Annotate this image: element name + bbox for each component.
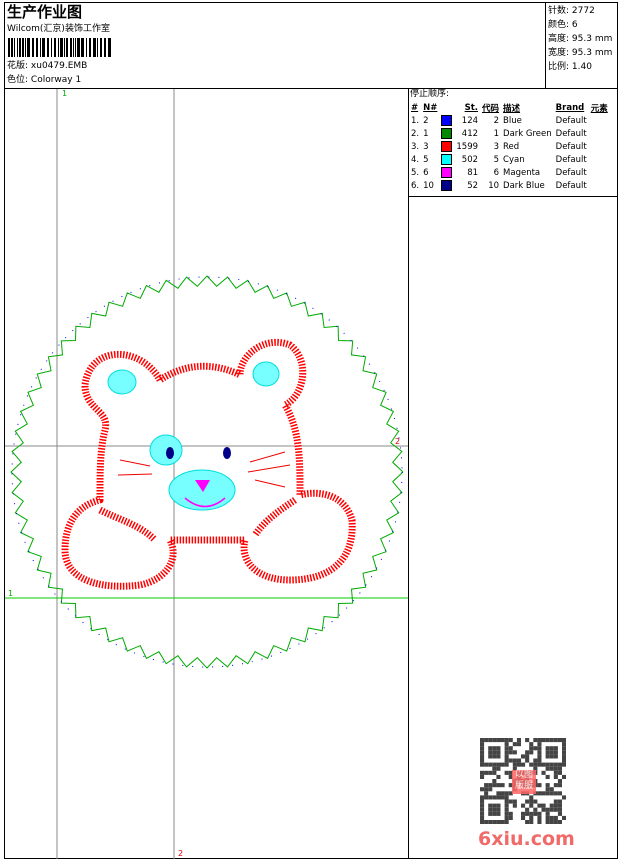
cell-desc: Dark Blue bbox=[503, 180, 545, 191]
cell-swatch bbox=[439, 179, 454, 192]
cell-desc: Magenta bbox=[503, 167, 541, 178]
studio-name: Wilcom(汇京)装饰工作室 bbox=[7, 24, 110, 34]
production-worksheet: 生产作业图 Wilcom(汇京)装饰工作室 花版: xu0479.EMB 色位:… bbox=[0, 0, 620, 860]
cell-brand: Default bbox=[555, 154, 587, 165]
height-label: 高度: bbox=[548, 34, 570, 44]
stop-sequence-title: 停止顺序: bbox=[410, 89, 450, 99]
color-swatch bbox=[441, 141, 453, 152]
cell-brand: Default bbox=[555, 141, 587, 152]
cell-swatch bbox=[439, 166, 454, 179]
cell-needle: 5 bbox=[423, 154, 429, 165]
cell-code: 1 bbox=[493, 128, 500, 139]
stitches-value: 2772 bbox=[571, 6, 595, 16]
cell-seq: 6. bbox=[411, 180, 420, 191]
color-row: 2. 1 412 1 Dark Green Default bbox=[409, 127, 610, 140]
height-value: 95.3 mm bbox=[571, 34, 613, 44]
cell-seq: 2. bbox=[411, 128, 420, 139]
color-row: 1. 2 124 2 Blue Default bbox=[409, 114, 610, 127]
cell-swatch bbox=[439, 140, 454, 153]
cell-stitches: 81 bbox=[467, 167, 479, 178]
col-needle: N# bbox=[423, 102, 438, 113]
col-brand: Brand bbox=[555, 102, 585, 113]
cell-needle: 10 bbox=[423, 180, 434, 191]
cell-code: 5 bbox=[493, 154, 500, 165]
cell-seq: 5. bbox=[411, 167, 420, 178]
col-code: 代码 bbox=[482, 103, 500, 114]
color-swatch bbox=[441, 128, 453, 139]
cell-element bbox=[589, 127, 610, 140]
colorway-value: Colorway 1 bbox=[30, 75, 82, 85]
color-row: 6. 10 52 10 Dark Blue Default bbox=[409, 179, 610, 192]
cell-code: 6 bbox=[493, 167, 500, 178]
guide-h1-label: 1 bbox=[8, 589, 13, 598]
guide-v2-label: 2 bbox=[178, 849, 183, 858]
cell-brand: Default bbox=[555, 128, 587, 139]
width-label: 宽度: bbox=[548, 48, 570, 58]
design-canvas: 1 2 1 2 bbox=[5, 89, 408, 859]
cell-stitches: 52 bbox=[467, 180, 479, 191]
color-row: 5. 6 81 6 Magenta Default bbox=[409, 166, 610, 179]
bear-eye-left bbox=[166, 447, 174, 459]
cell-stitches: 124 bbox=[461, 115, 479, 126]
cell-code: 3 bbox=[493, 141, 500, 152]
col-desc: 描述 bbox=[503, 103, 521, 114]
cell-swatch bbox=[439, 114, 454, 127]
cell-stitches: 502 bbox=[461, 154, 479, 165]
cell-brand: Default bbox=[555, 115, 587, 126]
cell-seq: 1. bbox=[411, 115, 420, 126]
color-swatch bbox=[441, 115, 453, 126]
cell-element bbox=[589, 114, 610, 127]
colors-value: 6 bbox=[571, 20, 578, 30]
cell-seq: 4. bbox=[411, 154, 420, 165]
cell-desc: Dark Green bbox=[503, 128, 552, 139]
color-row: 4. 5 502 5 Cyan Default bbox=[409, 153, 610, 166]
cell-code: 10 bbox=[488, 180, 500, 191]
col-seq: # bbox=[411, 102, 419, 113]
cell-swatch bbox=[439, 127, 454, 140]
info-list: 针数: 2772 颜色: 6 高度: 95.3 mm 宽度: 95.3 mm 比… bbox=[548, 4, 612, 74]
bear-ears-cheeks bbox=[107, 361, 280, 511]
bear-eye-right bbox=[223, 447, 231, 459]
color-row: 3. 3 1599 3 Red Default bbox=[409, 140, 610, 153]
col-stitches: St. bbox=[464, 102, 479, 113]
cell-desc: Blue bbox=[503, 115, 522, 126]
width-value: 95.3 mm bbox=[571, 48, 613, 58]
cell-needle: 2 bbox=[423, 115, 429, 126]
cell-code: 2 bbox=[493, 115, 500, 126]
scale-value: 1.40 bbox=[571, 62, 592, 72]
col-swatch bbox=[439, 101, 454, 114]
seal-stamp: 以图版服 bbox=[512, 770, 536, 794]
guide-v1-label: 1 bbox=[62, 89, 67, 98]
cell-brand: Default bbox=[555, 167, 587, 178]
color-swatch bbox=[441, 180, 453, 191]
watermark-logo: 6xiu.com bbox=[478, 828, 575, 850]
stitches-label: 针数: bbox=[548, 6, 570, 16]
color-swatch bbox=[441, 154, 453, 165]
cell-element bbox=[589, 153, 610, 166]
design-file: xu0479.EMB bbox=[30, 61, 88, 71]
cell-element bbox=[589, 140, 610, 153]
colorway-label: 色位: bbox=[7, 75, 29, 85]
cell-element bbox=[589, 166, 610, 179]
cell-element bbox=[589, 179, 610, 192]
cell-needle: 1 bbox=[423, 128, 429, 139]
cell-seq: 3. bbox=[411, 141, 420, 152]
col-element: 元素 bbox=[590, 103, 608, 114]
stop-sequence-table: # N# St. 代码 描述 Brand 元素 1. 2 124 2 Blue Defau… bbox=[409, 101, 610, 192]
barcode bbox=[8, 38, 111, 57]
cell-desc: Cyan bbox=[503, 154, 525, 165]
color-swatch bbox=[441, 167, 453, 178]
cell-desc: Red bbox=[503, 141, 520, 152]
page-title: 生产作业图 bbox=[7, 3, 83, 21]
scale-label: 比例: bbox=[548, 62, 570, 72]
cell-brand: Default bbox=[555, 180, 587, 191]
colors-label: 颜色: bbox=[548, 20, 570, 30]
cell-needle: 3 bbox=[423, 141, 429, 152]
cell-stitches: 1599 bbox=[456, 141, 479, 152]
cell-needle: 6 bbox=[423, 167, 429, 178]
cell-stitches: 412 bbox=[461, 128, 479, 139]
design-label: 花版: bbox=[7, 61, 29, 71]
cell-swatch bbox=[439, 153, 454, 166]
